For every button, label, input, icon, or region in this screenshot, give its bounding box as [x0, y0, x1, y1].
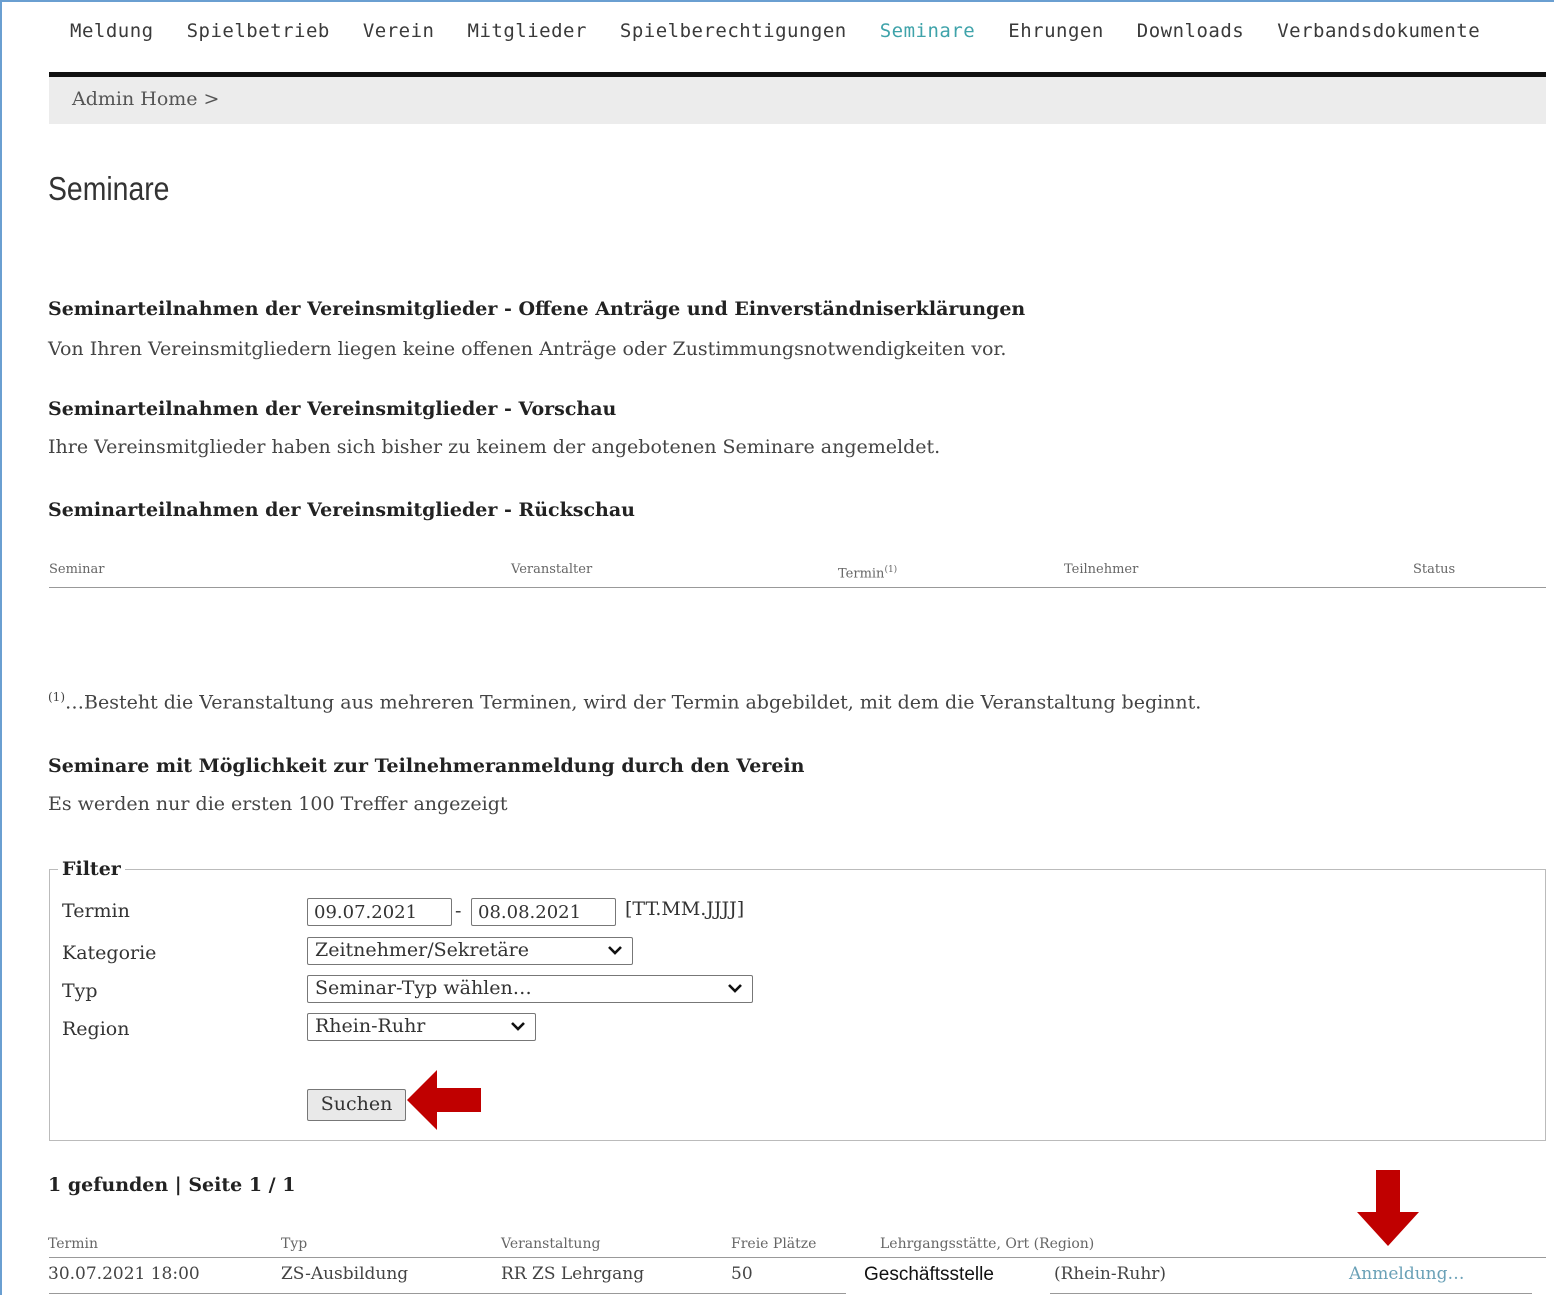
window-frame-top	[0, 0, 1554, 2]
result-row-ort: Geschäftsstelle	[864, 1264, 994, 1285]
review-col-termin-footnote: (1)	[884, 565, 898, 575]
nav-item-seminare[interactable]: Seminare	[880, 20, 976, 42]
review-col-veranstalter: Veranstalter	[511, 562, 593, 577]
filter-kategorie-select[interactable]: Zeitnehmer/Sekretäre	[307, 937, 633, 965]
result-row-region: (Rhein-Ruhr)	[1054, 1264, 1167, 1284]
results-col-typ: Typ	[281, 1236, 308, 1252]
review-col-seminar: Seminar	[49, 562, 105, 577]
search-button[interactable]: Suchen	[307, 1089, 406, 1121]
section-preview-heading: Seminarteilnahmen der Vereinsmitglieder …	[48, 398, 617, 420]
result-row-freie-plaetze: 50	[731, 1264, 753, 1284]
anmeldung-link[interactable]: Anmeldung…	[1349, 1264, 1465, 1284]
review-col-termin: Termin(1)	[838, 565, 898, 582]
results-row-rule-left	[49, 1293, 846, 1294]
nav-item-ehrungen[interactable]: Ehrungen	[1008, 20, 1104, 42]
results-col-ort: Lehrgangsstätte, Ort (Region)	[880, 1236, 1095, 1252]
filter-typ-label: Typ	[62, 980, 98, 1002]
result-row-termin: 30.07.2021 18:00	[48, 1264, 200, 1284]
filter-date-from-input[interactable]	[307, 898, 452, 926]
section-seminars-heading: Seminare mit Möglichkeit zur Teilnehmera…	[48, 755, 805, 777]
review-table-rule	[49, 587, 1546, 588]
filter-date-to-input[interactable]	[471, 898, 616, 926]
review-col-status: Status	[1413, 562, 1456, 577]
main-nav: Meldung Spielbetrieb Verein Mitglieder S…	[70, 20, 1513, 42]
results-col-termin: Termin	[48, 1236, 98, 1252]
filter-region-select[interactable]: Rhein-Ruhr	[307, 1013, 536, 1041]
arrow-down-annotation-icon	[1357, 1170, 1419, 1246]
result-row-typ: ZS-Ausbildung	[281, 1264, 409, 1284]
nav-item-spielberechtigungen[interactable]: Spielberechtigungen	[620, 20, 847, 42]
filter-date-format-hint: [TT.MM.JJJJ]	[625, 898, 745, 920]
filter-region-value: Rhein-Ruhr	[315, 1015, 426, 1037]
filter-panel: Filter	[49, 858, 1546, 1141]
result-row-veranstaltung: RR ZS Lehrgang	[501, 1264, 645, 1284]
nav-item-verbandsdokumente[interactable]: Verbandsdokumente	[1277, 20, 1480, 42]
section-open-requests-text: Von Ihren Vereinsmitgliedern liegen kein…	[48, 338, 1007, 360]
footnote-marker: (1)	[48, 690, 65, 704]
footnote: (1)…Besteht die Veranstaltung aus mehrer…	[48, 690, 1201, 713]
filter-legend: Filter	[62, 858, 121, 880]
results-header-rule	[49, 1257, 1546, 1258]
nav-item-meldung[interactable]: Meldung	[70, 20, 154, 42]
nav-item-downloads[interactable]: Downloads	[1137, 20, 1244, 42]
chevron-down-icon	[511, 1022, 525, 1031]
filter-date-separator: -	[455, 900, 462, 922]
results-summary: 1 gefunden | Seite 1 / 1	[48, 1174, 296, 1196]
chevron-down-icon	[728, 984, 742, 993]
filter-kategorie-value: Zeitnehmer/Sekretäre	[315, 939, 530, 961]
chevron-down-icon	[608, 946, 622, 955]
breadcrumb: Admin Home >	[49, 77, 1546, 124]
breadcrumb-admin-home[interactable]: Admin Home >	[72, 88, 219, 110]
nav-item-verein[interactable]: Verein	[363, 20, 435, 42]
results-col-veranstaltung: Veranstaltung	[501, 1236, 601, 1252]
window-frame-left	[0, 0, 2, 1295]
page-title: Seminare	[48, 170, 170, 207]
filter-termin-label: Termin	[62, 900, 130, 922]
filter-typ-select[interactable]: Seminar-Typ wählen…	[307, 975, 753, 1003]
results-row-rule-right	[1050, 1293, 1532, 1294]
results-col-freie-plaetze: Freie Plätze	[731, 1236, 817, 1252]
filter-region-label: Region	[62, 1018, 130, 1040]
section-open-requests-heading: Seminarteilnahmen der Vereinsmitglieder …	[48, 298, 1026, 320]
section-review-heading: Seminarteilnahmen der Vereinsmitglieder …	[48, 499, 635, 521]
section-seminars-text: Es werden nur die ersten 100 Treffer ang…	[48, 793, 508, 815]
nav-item-spielbetrieb[interactable]: Spielbetrieb	[187, 20, 330, 42]
filter-typ-value: Seminar-Typ wählen…	[315, 977, 532, 999]
footnote-text: …Besteht die Veranstaltung aus mehreren …	[65, 691, 1202, 714]
arrow-left-annotation-icon	[407, 1070, 481, 1130]
filter-kategorie-label: Kategorie	[62, 942, 157, 964]
review-col-teilnehmer: Teilnehmer	[1064, 562, 1139, 577]
nav-item-mitglieder[interactable]: Mitglieder	[468, 20, 587, 42]
section-preview-text: Ihre Vereinsmitglieder haben sich bisher…	[48, 436, 941, 458]
